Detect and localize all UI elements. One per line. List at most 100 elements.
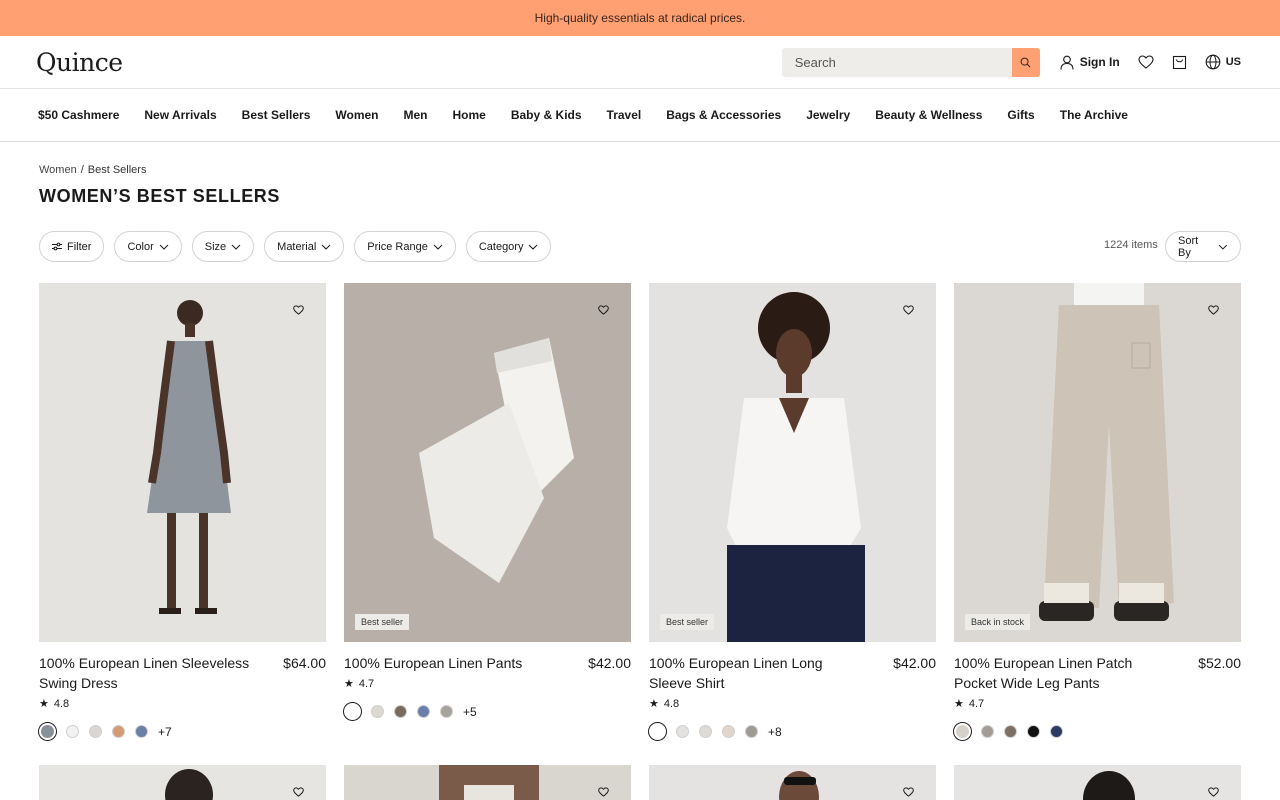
filter-button[interactable]: Filter <box>39 231 105 262</box>
color-swatch[interactable] <box>676 725 689 738</box>
color-swatch[interactable] <box>417 705 430 718</box>
size-filter[interactable]: Size <box>191 231 255 262</box>
product-name[interactable]: 100% European Linen Patch Pocket Wide Le… <box>954 653 1169 693</box>
nav-item-travel[interactable]: Travel <box>607 108 642 122</box>
wishlist-button[interactable] <box>1138 55 1154 69</box>
color-swatch[interactable] <box>1004 725 1017 738</box>
color-swatch[interactable] <box>440 705 453 718</box>
rating-value: 4.8 <box>663 697 680 710</box>
color-swatch[interactable] <box>371 705 384 718</box>
product-badge: Back in stock <box>965 614 1031 630</box>
region-label: US <box>1225 56 1241 68</box>
nav-item-best-sellers[interactable]: Best Sellers <box>242 108 311 122</box>
chevron-down-icon <box>321 244 331 250</box>
favorite-button[interactable] <box>598 302 609 320</box>
product-card[interactable]: Back in stock 100% European Linen Patch … <box>954 283 1241 740</box>
chevron-down-icon <box>231 244 241 250</box>
sign-in-link[interactable]: Sign In <box>1060 55 1120 70</box>
category-filter[interactable]: Category <box>465 231 552 262</box>
breadcrumb: Women / Best Sellers <box>39 164 146 176</box>
favorite-button[interactable] <box>1208 302 1219 320</box>
product-image[interactable] <box>39 765 326 800</box>
more-colors[interactable]: +8 <box>768 725 782 739</box>
cart-button[interactable] <box>1172 55 1187 70</box>
product-rating: ★ 4.7 <box>954 697 1241 711</box>
favorite-button[interactable] <box>293 302 304 320</box>
color-swatch[interactable] <box>649 723 666 740</box>
product-name[interactable]: 100% European Linen Pants <box>344 653 559 673</box>
nav-item-baby-kids[interactable]: Baby & Kids <box>511 108 582 122</box>
favorite-button[interactable] <box>293 784 304 800</box>
product-image[interactable]: Best seller <box>649 283 936 642</box>
favorite-button[interactable] <box>903 302 914 320</box>
nav-item-cashmere[interactable]: $50 Cashmere <box>38 108 119 122</box>
color-swatch[interactable] <box>394 705 407 718</box>
product-card[interactable]: Best seller 100% European Linen Long Sle… <box>649 283 936 740</box>
product-image[interactable]: Back in stock <box>954 283 1241 642</box>
color-swatch[interactable] <box>89 725 102 738</box>
product-card[interactable]: Best seller 100% European Linen Pants $4… <box>344 283 631 740</box>
breadcrumb-women[interactable]: Women <box>39 164 77 176</box>
color-filter[interactable]: Color <box>114 231 182 262</box>
sort-dropdown[interactable]: Sort By <box>1165 231 1241 262</box>
search-button[interactable] <box>1011 47 1040 77</box>
heart-icon <box>903 787 914 797</box>
site-header: Quince Sign In US <box>0 36 1280 89</box>
price-range-filter[interactable]: Price Range <box>354 231 456 262</box>
favorite-button[interactable] <box>598 784 609 800</box>
nav-item-archive[interactable]: The Archive <box>1060 108 1128 122</box>
color-swatch[interactable] <box>39 723 56 740</box>
product-image[interactable] <box>39 283 326 642</box>
category-filter-label: Category <box>478 240 524 253</box>
page-title: WOMEN’S BEST SELLERS <box>39 186 281 206</box>
price-range-filter-label: Price Range <box>367 240 428 253</box>
linen-pants-photo <box>344 283 631 642</box>
product-image[interactable] <box>649 765 936 800</box>
product-image[interactable] <box>954 765 1241 800</box>
color-swatch[interactable] <box>1027 725 1040 738</box>
search-input[interactable] <box>781 47 1012 77</box>
product-card[interactable]: 100% European Linen Sleeveless Swing Dre… <box>39 283 326 740</box>
nav-item-home[interactable]: Home <box>453 108 486 122</box>
nav-item-beauty-wellness[interactable]: Beauty & Wellness <box>875 108 982 122</box>
product-price: $64.00 <box>283 655 326 671</box>
rating-value: 4.8 <box>53 697 70 710</box>
color-swatch[interactable] <box>135 725 148 738</box>
color-swatch[interactable] <box>722 725 735 738</box>
nav-item-women[interactable]: Women <box>335 108 378 122</box>
more-colors[interactable]: +7 <box>158 725 172 739</box>
nav-item-gifts[interactable]: Gifts <box>1007 108 1034 122</box>
product-image[interactable] <box>344 765 631 800</box>
color-swatch[interactable] <box>981 725 994 738</box>
product-name[interactable]: 100% European Linen Sleeveless Swing Dre… <box>39 653 254 693</box>
product-price: $52.00 <box>1198 655 1241 671</box>
color-swatch[interactable] <box>344 703 361 720</box>
product-name[interactable]: 100% European Linen Long Sleeve Shirt <box>649 653 864 693</box>
color-swatches: +5 <box>344 703 631 720</box>
favorite-button[interactable] <box>903 784 914 800</box>
user-icon <box>1060 55 1074 70</box>
favorite-button[interactable] <box>1208 784 1219 800</box>
region-selector[interactable]: US <box>1205 54 1241 70</box>
chevron-down-icon <box>159 244 169 250</box>
product-image[interactable]: Best seller <box>344 283 631 642</box>
more-colors[interactable]: +5 <box>463 705 477 719</box>
color-swatch[interactable] <box>66 725 79 738</box>
nav-item-new-arrivals[interactable]: New Arrivals <box>144 108 216 122</box>
color-swatch[interactable] <box>112 725 125 738</box>
model-photo <box>439 765 539 800</box>
nav-item-jewelry[interactable]: Jewelry <box>806 108 850 122</box>
item-count: 1224 items <box>1104 239 1158 251</box>
logo[interactable]: Quince <box>36 48 123 77</box>
color-swatch[interactable] <box>1050 725 1063 738</box>
main-nav: $50 Cashmere New Arrivals Best Sellers W… <box>0 89 1280 142</box>
material-filter[interactable]: Material <box>264 231 345 262</box>
nav-item-bags-accessories[interactable]: Bags & Accessories <box>666 108 781 122</box>
product-rating: ★ 4.8 <box>649 697 936 711</box>
color-swatches: +8 <box>649 723 936 740</box>
model-photo <box>779 771 819 800</box>
color-swatch[interactable] <box>954 723 971 740</box>
color-swatch[interactable] <box>699 725 712 738</box>
nav-item-men[interactable]: Men <box>404 108 428 122</box>
color-swatch[interactable] <box>745 725 758 738</box>
